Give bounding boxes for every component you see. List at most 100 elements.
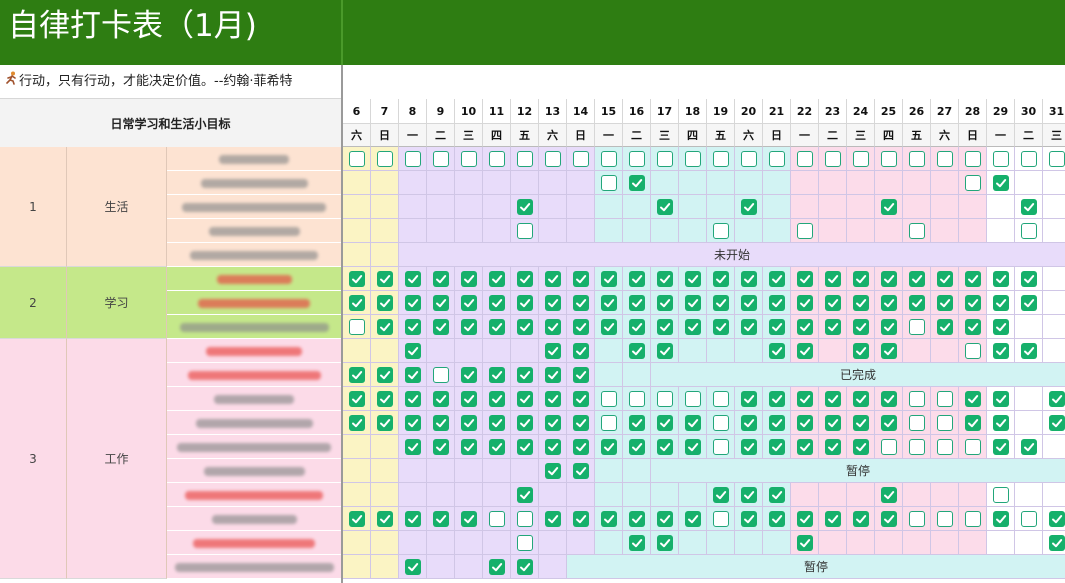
checkbox-checked[interactable] xyxy=(909,295,925,311)
checkbox-empty[interactable] xyxy=(629,391,645,407)
checkbox-empty[interactable] xyxy=(797,223,813,239)
checkbox-empty[interactable] xyxy=(797,151,813,167)
checkbox-empty[interactable] xyxy=(629,151,645,167)
checkbox-checked[interactable] xyxy=(629,415,645,431)
checkbox-checked[interactable] xyxy=(713,487,729,503)
day-cell[interactable] xyxy=(791,171,819,195)
day-cell[interactable] xyxy=(707,339,735,363)
day-cell[interactable] xyxy=(343,195,371,219)
day-cell[interactable] xyxy=(427,459,455,483)
checkbox-checked[interactable] xyxy=(657,439,673,455)
checkbox-checked[interactable] xyxy=(601,271,617,287)
checkbox-checked[interactable] xyxy=(377,271,393,287)
day-cell[interactable] xyxy=(903,531,931,555)
checkbox-checked[interactable] xyxy=(965,271,981,287)
checkbox-empty[interactable] xyxy=(433,367,449,383)
checkbox-checked[interactable] xyxy=(461,367,477,383)
day-cell[interactable] xyxy=(735,339,763,363)
checkbox-checked[interactable] xyxy=(853,319,869,335)
checkbox-checked[interactable] xyxy=(1049,415,1065,431)
checkbox-checked[interactable] xyxy=(741,319,757,335)
day-cell[interactable] xyxy=(343,459,371,483)
checkbox-checked[interactable] xyxy=(797,391,813,407)
checkbox-checked[interactable] xyxy=(657,271,673,287)
checkbox-empty[interactable] xyxy=(601,151,617,167)
checkbox-checked[interactable] xyxy=(657,415,673,431)
day-cell[interactable] xyxy=(931,171,959,195)
checkbox-empty[interactable] xyxy=(433,151,449,167)
checkbox-empty[interactable] xyxy=(881,151,897,167)
day-cell[interactable] xyxy=(1043,315,1065,339)
checkbox-checked[interactable] xyxy=(433,391,449,407)
day-cell[interactable] xyxy=(847,171,875,195)
day-cell[interactable] xyxy=(371,483,399,507)
checkbox-checked[interactable] xyxy=(601,319,617,335)
checkbox-checked[interactable] xyxy=(797,271,813,287)
checkbox-checked[interactable] xyxy=(573,391,589,407)
checkbox-checked[interactable] xyxy=(517,415,533,431)
checkbox-checked[interactable] xyxy=(937,319,953,335)
checkbox-checked[interactable] xyxy=(993,295,1009,311)
checkbox-checked[interactable] xyxy=(965,319,981,335)
checkbox-checked[interactable] xyxy=(769,439,785,455)
day-cell[interactable] xyxy=(1043,267,1065,291)
day-cell[interactable] xyxy=(707,195,735,219)
checkbox-checked[interactable] xyxy=(433,319,449,335)
checkbox-checked[interactable] xyxy=(517,487,533,503)
day-cell[interactable] xyxy=(679,219,707,243)
checkbox-checked[interactable] xyxy=(545,463,561,479)
day-cell[interactable] xyxy=(847,219,875,243)
day-cell[interactable] xyxy=(819,219,847,243)
checkbox-checked[interactable] xyxy=(489,439,505,455)
checkbox-checked[interactable] xyxy=(769,511,785,527)
day-cell[interactable] xyxy=(791,195,819,219)
checkbox-checked[interactable] xyxy=(573,295,589,311)
checkbox-empty[interactable] xyxy=(713,511,729,527)
checkbox-checked[interactable] xyxy=(685,271,701,287)
day-cell[interactable] xyxy=(511,339,539,363)
checkbox-checked[interactable] xyxy=(993,271,1009,287)
checkbox-checked[interactable] xyxy=(629,511,645,527)
checkbox-empty[interactable] xyxy=(909,439,925,455)
checkbox-checked[interactable] xyxy=(685,295,701,311)
checkbox-empty[interactable] xyxy=(853,151,869,167)
checkbox-checked[interactable] xyxy=(881,295,897,311)
checkbox-checked[interactable] xyxy=(489,295,505,311)
day-cell[interactable] xyxy=(455,339,483,363)
checkbox-checked[interactable] xyxy=(489,415,505,431)
day-cell[interactable] xyxy=(427,339,455,363)
checkbox-checked[interactable] xyxy=(825,511,841,527)
checkbox-checked[interactable] xyxy=(461,391,477,407)
checkbox-empty[interactable] xyxy=(909,415,925,431)
day-cell[interactable] xyxy=(511,171,539,195)
day-cell[interactable] xyxy=(595,195,623,219)
checkbox-checked[interactable] xyxy=(489,391,505,407)
checkbox-checked[interactable] xyxy=(573,319,589,335)
checkbox-checked[interactable] xyxy=(881,415,897,431)
checkbox-checked[interactable] xyxy=(517,367,533,383)
checkbox-checked[interactable] xyxy=(1021,439,1037,455)
checkbox-checked[interactable] xyxy=(433,511,449,527)
checkbox-checked[interactable] xyxy=(461,319,477,335)
day-cell[interactable] xyxy=(959,195,987,219)
checkbox-checked[interactable] xyxy=(601,295,617,311)
checkbox-checked[interactable] xyxy=(685,319,701,335)
day-cell[interactable] xyxy=(959,531,987,555)
day-cell[interactable] xyxy=(483,219,511,243)
checkbox-checked[interactable] xyxy=(405,319,421,335)
checkbox-checked[interactable] xyxy=(853,271,869,287)
day-cell[interactable] xyxy=(1015,483,1043,507)
checkbox-checked[interactable] xyxy=(741,271,757,287)
day-cell[interactable] xyxy=(623,363,651,387)
checkbox-checked[interactable] xyxy=(713,295,729,311)
day-cell[interactable] xyxy=(679,195,707,219)
checkbox-checked[interactable] xyxy=(545,391,561,407)
day-cell[interactable] xyxy=(875,171,903,195)
checkbox-checked[interactable] xyxy=(769,415,785,431)
checkbox-checked[interactable] xyxy=(993,343,1009,359)
checkbox-empty[interactable] xyxy=(909,511,925,527)
day-cell[interactable] xyxy=(651,171,679,195)
day-cell[interactable] xyxy=(623,219,651,243)
checkbox-checked[interactable] xyxy=(825,439,841,455)
day-cell[interactable] xyxy=(735,531,763,555)
